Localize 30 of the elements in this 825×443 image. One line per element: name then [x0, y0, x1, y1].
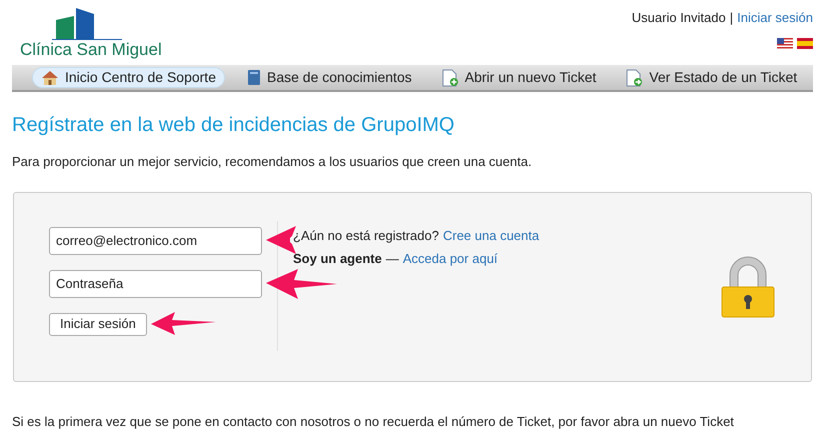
book-icon	[246, 69, 261, 86]
document-arrow-icon	[626, 68, 644, 86]
intro-text: Para proporcionar un mejor servicio, recomendamos a los usuarios que creen una cuenta.	[12, 153, 533, 171]
dash: —	[386, 250, 399, 268]
padlock-icon	[720, 254, 776, 318]
email-field[interactable]: correo@electronico.com	[49, 226, 262, 254]
arrow-annotation	[266, 269, 337, 299]
buildings-icon	[52, 8, 122, 40]
agent-link[interactable]: Acceda por aquí	[402, 249, 498, 268]
arrow-annotation	[151, 312, 216, 335]
user-label: Usuario Invitado	[632, 9, 726, 27]
spain-flag-icon[interactable]	[797, 38, 813, 48]
footer-note: Si es la primera vez que se pone en contacto con nosotros o no recuerda el número de Ticket, por favor abra un nuevo Ticket	[12, 412, 735, 431]
separator: |	[730, 9, 734, 27]
logo-text: Clínica San Miguel	[20, 40, 162, 60]
login-link[interactable]: Iniciar sesión	[737, 8, 813, 28]
login-button[interactable]: Iniciar sesión	[49, 312, 147, 336]
document-plus-icon	[442, 68, 459, 86]
nav-tab[interactable]: Ver Estado de un Ticket	[618, 67, 806, 88]
agent-label: Soy un agente	[293, 250, 382, 268]
clinic-logo[interactable]: Clínica San Miguel	[20, 8, 160, 60]
house-icon	[41, 70, 59, 86]
nav-tab[interactable]: Base de conocimientos	[238, 67, 420, 88]
nav-tab[interactable]: Inicio Centro de Soporte	[32, 67, 225, 88]
us-flag-icon[interactable]	[777, 38, 793, 48]
page-title: Regístrate en la web de incidencias de GrupoIMQ	[12, 113, 456, 138]
register-question: ¿Aún no está registrado?	[293, 226, 439, 245]
password-field[interactable]: Contraseña	[49, 270, 262, 298]
nav-tab[interactable]: Abrir un nuevo Ticket	[434, 67, 604, 88]
register-link[interactable]: Cree una cuenta	[442, 226, 540, 245]
